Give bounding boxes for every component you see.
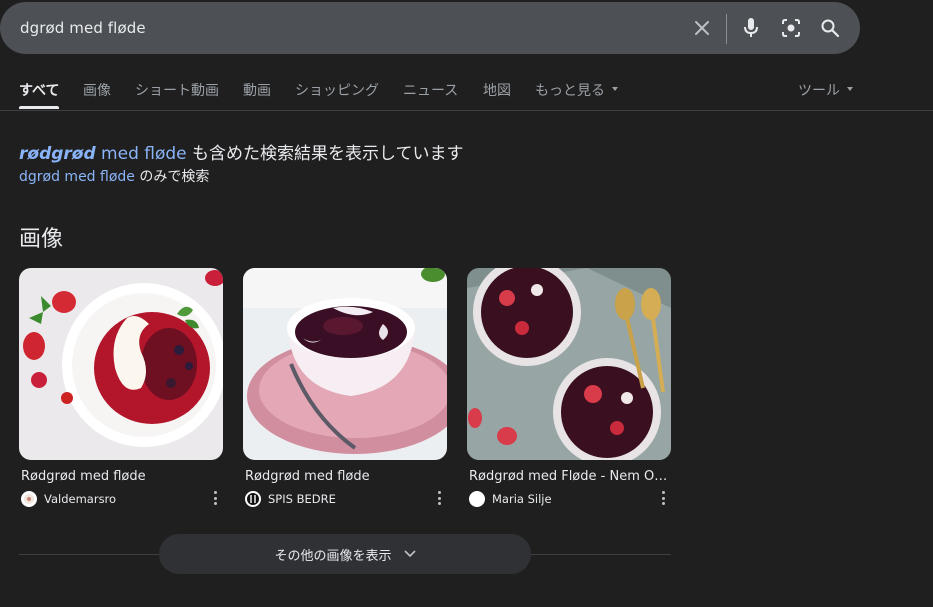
chevron-down-icon xyxy=(403,547,416,562)
search-instead: dgrød med fløde のみで検索 xyxy=(19,166,209,186)
search-divider xyxy=(726,14,727,44)
image-source[interactable]: Maria Silje xyxy=(469,490,671,508)
image-source[interactable]: SPIS BEDRE xyxy=(245,490,447,508)
images-section-title[interactable]: 画像 xyxy=(19,221,63,253)
search-tabs: すべて 画像 ショート動画 動画 ショッピング ニュース 地図 もっと見る ツー… xyxy=(0,70,933,111)
spis-bedre-logo-icon xyxy=(245,491,261,507)
image-thumbnail[interactable] xyxy=(243,268,447,460)
image-result-card[interactable]: Rødgrød med fløde SPIS BEDRE xyxy=(243,268,447,507)
microphone-icon[interactable] xyxy=(739,16,763,40)
search-input[interactable]: dgrød med fløde xyxy=(20,2,146,54)
search-bar: dgrød med fløde xyxy=(0,2,860,54)
corrected-query-link[interactable]: rødgrød med fløde xyxy=(19,144,187,164)
tools-button[interactable]: ツール xyxy=(798,80,853,100)
source-name: SPIS BEDRE xyxy=(268,492,336,506)
tab-shopping[interactable]: ショッピング xyxy=(295,80,379,100)
correction-note: も含めた検索結果を表示しています xyxy=(186,144,464,164)
original-query-link[interactable]: dgrød med fløde xyxy=(19,169,135,185)
more-options-icon[interactable] xyxy=(661,491,665,505)
tab-more[interactable]: もっと見る xyxy=(535,80,618,100)
image-result-card[interactable]: Rødgrød med fløde Valdemarsro xyxy=(19,268,223,507)
corrected-query-rest: med fløde xyxy=(95,144,187,164)
search-instead-note: のみで検索 xyxy=(134,169,210,185)
caret-down-icon xyxy=(847,87,853,91)
search-icon[interactable] xyxy=(818,16,842,40)
image-source[interactable]: Valdemarsro xyxy=(21,490,223,508)
more-images-button[interactable]: その他の画像を表示 xyxy=(159,534,531,574)
source-name: Valdemarsro xyxy=(44,492,117,506)
tab-all[interactable]: すべて xyxy=(19,80,59,100)
image-title[interactable]: Rødgrød med Fløde - Nem Opskrift xyxy=(469,469,669,484)
image-title[interactable]: Rødgrød med fløde xyxy=(245,469,445,484)
source-name: Maria Silje xyxy=(492,492,552,506)
corrected-query-bold: rødgrød xyxy=(19,144,96,164)
maria-silje-logo-icon xyxy=(469,491,485,507)
image-thumbnail[interactable] xyxy=(467,268,671,460)
tab-videos[interactable]: 動画 xyxy=(243,80,271,100)
active-tab-indicator xyxy=(19,106,59,109)
more-options-icon[interactable] xyxy=(213,491,217,505)
tab-short-videos[interactable]: ショート動画 xyxy=(135,80,219,100)
spelling-correction: rødgrød med fløde も含めた検索結果を表示しています xyxy=(19,139,464,164)
valdemarsro-logo-icon xyxy=(21,491,37,507)
image-thumbnail[interactable] xyxy=(19,268,223,460)
lens-icon[interactable] xyxy=(779,16,803,40)
image-result-card[interactable]: Rødgrød med Fløde - Nem Opskrift Maria S… xyxy=(467,268,671,507)
clear-icon[interactable] xyxy=(690,16,714,40)
tools-label: ツール xyxy=(798,83,840,99)
tab-news[interactable]: ニュース xyxy=(403,80,458,100)
caret-down-icon xyxy=(612,87,618,91)
more-options-icon[interactable] xyxy=(437,491,441,505)
more-images-label: その他の画像を表示 xyxy=(274,548,392,564)
image-title[interactable]: Rødgrød med fløde xyxy=(21,469,221,484)
tab-more-label: もっと見る xyxy=(535,83,605,99)
tab-maps[interactable]: 地図 xyxy=(483,80,511,100)
tab-images[interactable]: 画像 xyxy=(83,80,111,100)
